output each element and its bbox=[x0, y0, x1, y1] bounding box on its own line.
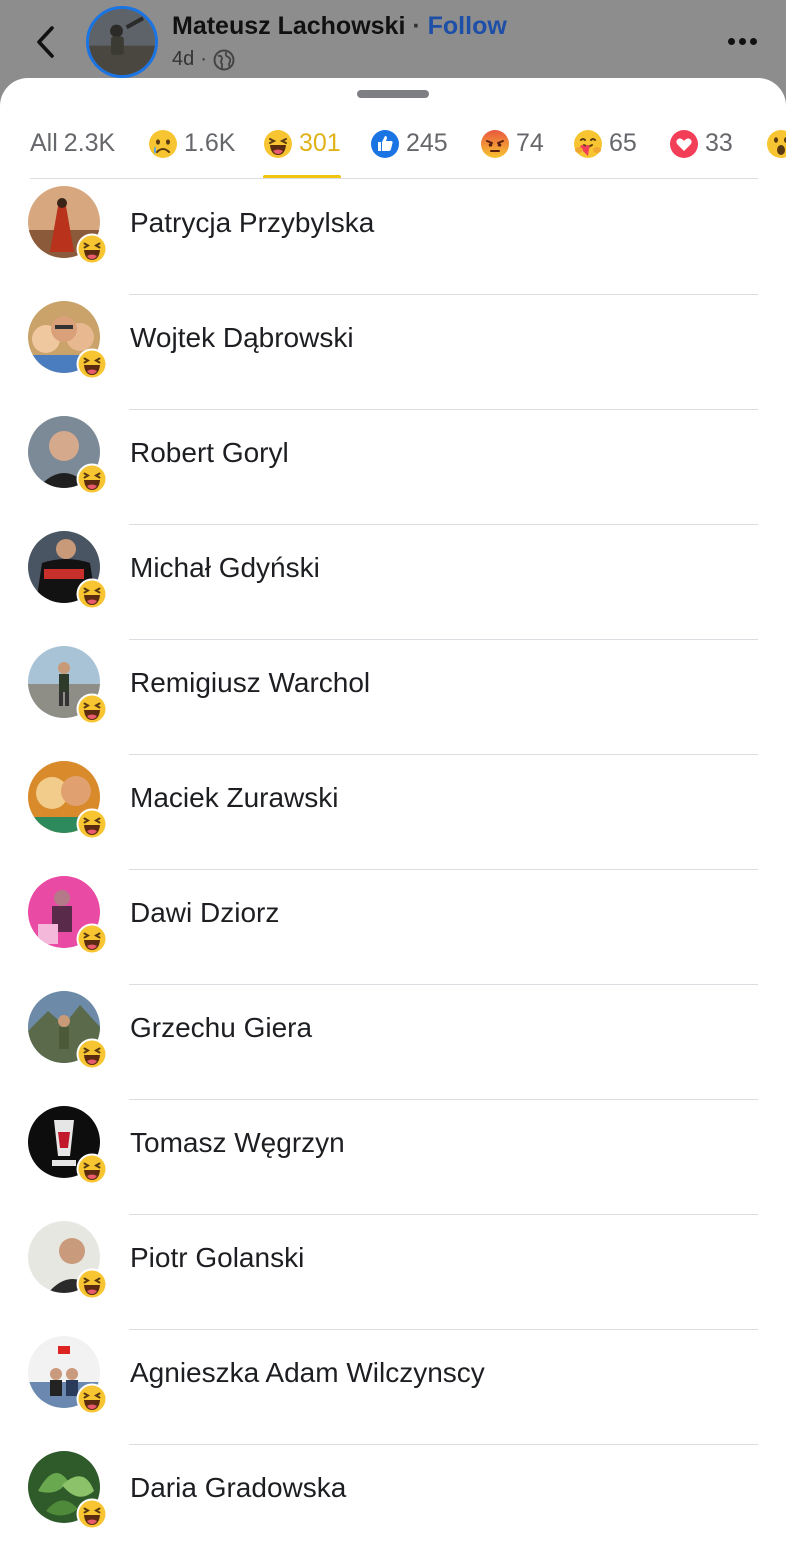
list-item[interactable]: Wojtek Dąbrowski bbox=[0, 295, 786, 410]
tab-care-count: 65 bbox=[609, 129, 637, 157]
tab-sad[interactable]: 1.6K bbox=[148, 108, 235, 179]
reactor-name[interactable]: Remigiusz Warchol bbox=[130, 667, 370, 699]
tab-wow[interactable] bbox=[766, 108, 786, 179]
haha-emoji-icon bbox=[76, 1498, 108, 1530]
more-options-button[interactable] bbox=[722, 28, 762, 54]
chevron-left-icon bbox=[37, 26, 54, 58]
haha-emoji-icon bbox=[76, 348, 108, 380]
list-item[interactable]: Agnieszka Adam Wilczynscy bbox=[0, 1330, 786, 1445]
haha-emoji-icon bbox=[264, 129, 292, 158]
author-line: Mateusz Lachowski · Follow bbox=[172, 12, 507, 41]
tab-like[interactable]: 245 bbox=[370, 108, 448, 179]
tab-love-count: 33 bbox=[705, 129, 733, 157]
list-item[interactable]: Robert Goryl bbox=[0, 410, 786, 525]
more-dot-icon bbox=[749, 37, 757, 45]
tab-haha[interactable]: 301 bbox=[263, 108, 341, 179]
haha-emoji-icon bbox=[76, 1038, 108, 1070]
more-dot-icon bbox=[727, 37, 735, 45]
post-meta: 4d · bbox=[172, 48, 235, 71]
list-item[interactable]: Michał Gdyński bbox=[0, 525, 786, 640]
reactor-name[interactable]: Tomasz Węgrzyn bbox=[130, 1127, 345, 1159]
angry-emoji-icon bbox=[481, 129, 509, 158]
reaction-tabs: All 2.3K 1.6K 301 245 74 65 33 bbox=[0, 108, 786, 179]
haha-emoji-icon bbox=[76, 463, 108, 495]
name-separator: · bbox=[412, 12, 421, 40]
reactor-name[interactable]: Wojtek Dąbrowski bbox=[130, 322, 354, 354]
haha-emoji-icon bbox=[76, 693, 108, 725]
author-name[interactable]: Mateusz Lachowski bbox=[172, 12, 405, 40]
sad-emoji-icon bbox=[149, 129, 177, 158]
list-item[interactable]: Dawi Dziorz bbox=[0, 870, 786, 985]
tab-care[interactable]: 65 bbox=[573, 108, 637, 179]
reactor-name[interactable]: Piotr Golanski bbox=[130, 1242, 304, 1274]
list-item[interactable]: Tomasz Węgrzyn bbox=[0, 1100, 786, 1215]
reactor-name[interactable]: Daria Gradowska bbox=[130, 1472, 346, 1504]
wow-emoji-icon bbox=[767, 129, 786, 158]
reactions-sheet: All 2.3K 1.6K 301 245 74 65 33 Patrycja … bbox=[0, 78, 786, 1548]
more-dot-icon bbox=[738, 37, 746, 45]
love-icon bbox=[670, 129, 698, 158]
reactor-name[interactable]: Grzechu Giera bbox=[130, 1012, 312, 1044]
tab-angry-count: 74 bbox=[516, 129, 544, 157]
tab-all-count: 2.3K bbox=[63, 129, 116, 157]
tab-all[interactable]: All 2.3K bbox=[30, 108, 115, 179]
reactor-list: Patrycja Przybylska Wojtek Dąbrowski Rob… bbox=[0, 180, 786, 1548]
reactor-name[interactable]: Michał Gdyński bbox=[130, 552, 320, 584]
haha-emoji-icon bbox=[76, 1153, 108, 1185]
tab-sad-count: 1.6K bbox=[184, 129, 236, 157]
back-button[interactable] bbox=[26, 20, 66, 64]
list-item[interactable]: Grzechu Giera bbox=[0, 985, 786, 1100]
post-time: 4d bbox=[172, 48, 195, 70]
haha-emoji-icon bbox=[76, 923, 108, 955]
sheet-drag-handle[interactable] bbox=[357, 90, 429, 98]
list-item[interactable]: Maciek Zurawski bbox=[0, 755, 786, 870]
meta-separator: · bbox=[200, 48, 207, 70]
haha-emoji-icon bbox=[76, 578, 108, 610]
list-item[interactable]: Piotr Golanski bbox=[0, 1215, 786, 1330]
haha-emoji-icon bbox=[76, 1268, 108, 1300]
haha-emoji-icon bbox=[76, 808, 108, 840]
reactor-name[interactable]: Dawi Dziorz bbox=[130, 897, 279, 929]
care-emoji-icon bbox=[574, 129, 602, 158]
haha-emoji-icon bbox=[76, 1383, 108, 1415]
tab-all-label: All bbox=[30, 129, 58, 157]
reactor-name[interactable]: Patrycja Przybylska bbox=[130, 207, 374, 239]
author-avatar[interactable] bbox=[86, 6, 158, 78]
tab-divider bbox=[30, 178, 758, 179]
reactor-name[interactable]: Maciek Zurawski bbox=[130, 782, 338, 814]
reactor-name[interactable]: Agnieszka Adam Wilczynscy bbox=[130, 1357, 485, 1389]
list-item[interactable]: Patrycja Przybylska bbox=[0, 180, 786, 295]
list-item[interactable]: Daria Gradowska bbox=[0, 1445, 786, 1548]
tab-angry[interactable]: 74 bbox=[480, 108, 544, 179]
tab-haha-count: 301 bbox=[299, 129, 341, 157]
follow-button[interactable]: Follow bbox=[428, 12, 507, 40]
haha-emoji-icon bbox=[76, 233, 108, 265]
tab-like-count: 245 bbox=[406, 129, 448, 157]
tab-love[interactable]: 33 bbox=[669, 108, 733, 179]
post-header: Mateusz Lachowski · Follow 4d · bbox=[0, 0, 786, 90]
reactor-name[interactable]: Robert Goryl bbox=[130, 437, 289, 469]
list-item[interactable]: Remigiusz Warchol bbox=[0, 640, 786, 755]
like-icon bbox=[371, 129, 399, 158]
globe-icon bbox=[213, 49, 235, 70]
